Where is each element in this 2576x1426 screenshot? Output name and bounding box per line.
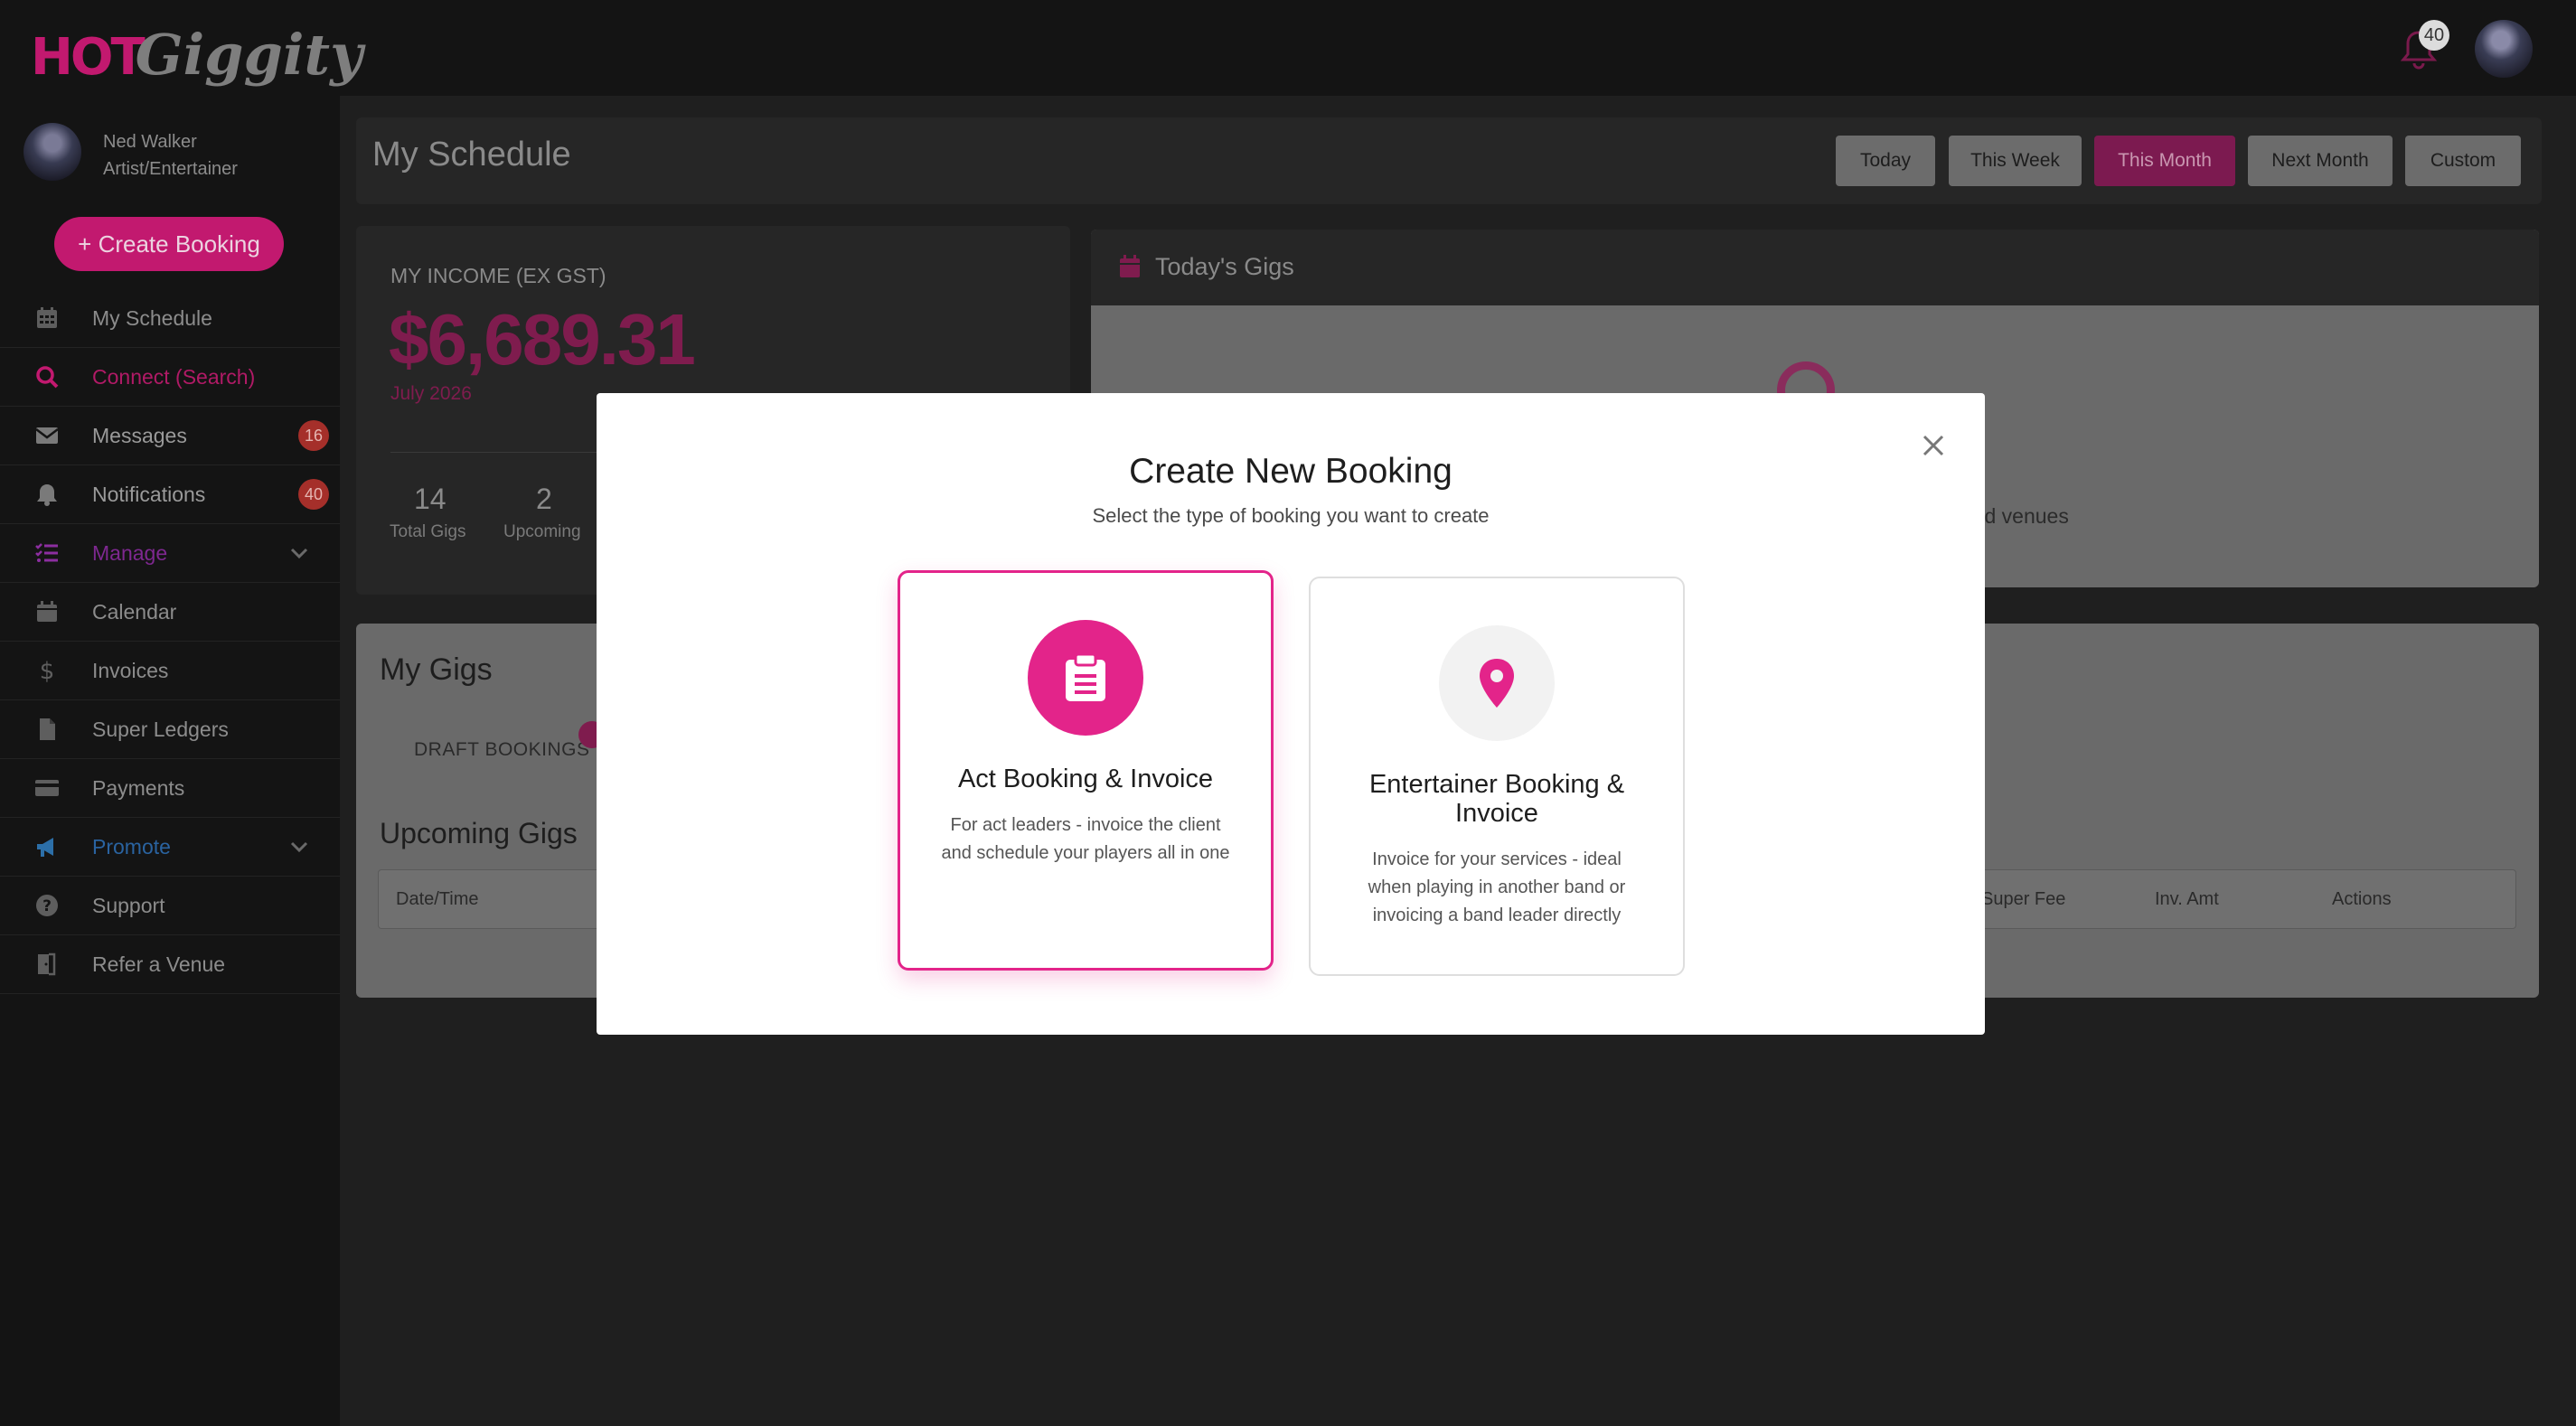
sidebar-item-my-schedule[interactable]: My Schedule [0, 289, 340, 348]
option-title: Act Booking & Invoice [957, 765, 1214, 793]
user-avatar[interactable] [24, 123, 81, 181]
sidebar-item-payments[interactable]: Payments [0, 759, 340, 818]
range-custom-button[interactable]: Custom [2405, 136, 2521, 186]
column-super-fee[interactable]: Super Fee [1981, 889, 2065, 910]
svg-text:?: ? [42, 897, 52, 915]
range-today-button[interactable]: Today [1836, 136, 1935, 186]
sidebar-item-label: Manage [92, 540, 168, 565]
sidebar-nav: My Schedule Connect (Search) Messages 16… [0, 289, 340, 994]
sidebar-item-label: Super Ledgers [92, 717, 229, 741]
notification-count-badge: 40 [2419, 20, 2449, 51]
credit-card-icon [35, 780, 59, 796]
modal-subtitle: Select the type of booking you want to c… [1092, 504, 1490, 527]
envelope-icon [35, 427, 59, 444]
clipboard-icon [1028, 620, 1143, 736]
sidebar-item-label: Support [92, 893, 165, 917]
upcoming-count: 2 [536, 483, 552, 515]
upcoming-label: Upcoming [503, 522, 581, 541]
column-date-time[interactable]: Date/Time [396, 889, 479, 910]
megaphone-icon [37, 838, 53, 857]
user-info: Ned Walker Artist/Entertainer [103, 128, 238, 183]
sidebar-item-label: Messages [92, 423, 187, 447]
act-booking-option[interactable]: Act Booking & Invoice For act leaders - … [898, 570, 1274, 971]
notifications-count-badge: 40 [298, 479, 329, 510]
range-next-month-button[interactable]: Next Month [2248, 136, 2393, 186]
chevron-down-icon[interactable] [287, 835, 311, 858]
sidebar-item-connect-search[interactable]: Connect (Search) [0, 348, 340, 407]
calendar-grid-icon [37, 307, 57, 328]
page-title: My Schedule [372, 136, 571, 174]
sidebar-item-label: Invoices [92, 658, 169, 682]
svg-text:$: $ [40, 658, 55, 683]
upcoming-gigs-title: Upcoming Gigs [380, 817, 578, 849]
calendar-icon [37, 601, 57, 622]
top-bar [0, 0, 2576, 99]
income-divider [390, 452, 607, 453]
sidebar-item-super-ledgers[interactable]: Super Ledgers [0, 700, 340, 759]
total-gigs-count: 14 [414, 483, 447, 515]
question-circle-icon: ? [36, 895, 58, 916]
sidebar-item-label: My Schedule [92, 305, 212, 330]
sidebar-item-label: Notifications [92, 482, 206, 506]
sidebar: Ned Walker Artist/Entertainer + Create B… [0, 96, 340, 1426]
sidebar-item-messages[interactable]: Messages 16 [0, 407, 340, 465]
option-description: Invoice for your services - ideal when p… [1368, 849, 1626, 925]
search-icon [36, 366, 59, 389]
column-inv-amt[interactable]: Inv. Amt [2155, 889, 2219, 910]
chevron-down-icon[interactable] [287, 541, 311, 565]
document-icon [40, 718, 55, 740]
calendar-icon [1120, 255, 1140, 277]
sidebar-item-invoices[interactable]: $ Invoices [0, 642, 340, 700]
sidebar-item-label: Calendar [92, 599, 177, 624]
sidebar-item-promote[interactable]: Promote [0, 818, 340, 877]
messages-count-badge: 16 [298, 420, 329, 451]
sidebar-item-notifications[interactable]: Notifications 40 [0, 465, 340, 524]
map-pin-icon [1439, 625, 1555, 741]
range-this-month-button[interactable]: This Month [2094, 136, 2235, 186]
sidebar-item-calendar[interactable]: Calendar [0, 583, 340, 642]
sidebar-item-label: Payments [92, 775, 185, 800]
todays-gigs-header [1091, 230, 2539, 305]
option-title: Entertainer Booking & Invoice [1368, 770, 1625, 829]
tab-draft-bookings[interactable]: DRAFT BOOKINGS [414, 739, 589, 761]
checklist-icon [35, 543, 58, 562]
avatar[interactable] [2475, 20, 2533, 78]
total-gigs-label: Total Gigs [390, 522, 466, 541]
sidebar-item-refer-a-venue[interactable]: Refer a Venue [0, 935, 340, 994]
income-label: MY INCOME (EX GST) [390, 264, 606, 287]
income-amount: $6,689.31 [389, 299, 696, 380]
bell-icon [37, 484, 57, 506]
sidebar-item-label: Connect (Search) [92, 364, 256, 389]
sidebar-item-support[interactable]: ? Support [0, 877, 340, 935]
dollar-icon: $ [40, 658, 55, 683]
modal-title: Create New Booking [1129, 452, 1453, 491]
my-gigs-title: My Gigs [380, 652, 493, 687]
range-this-week-button[interactable]: This Week [1949, 136, 2082, 186]
door-icon [38, 952, 56, 976]
sidebar-item-label: Promote [92, 834, 171, 858]
sidebar-item-label: Refer a Venue [92, 952, 226, 976]
entertainer-booking-option[interactable]: Entertainer Booking & Invoice Invoice fo… [1309, 577, 1685, 976]
income-period: July 2026 [390, 383, 472, 404]
todays-gigs-title: Today's Gigs [1155, 253, 1294, 280]
sidebar-item-manage[interactable]: Manage [0, 524, 340, 583]
user-role: Artist/Entertainer [103, 159, 238, 179]
column-actions: Actions [2332, 889, 2392, 909]
option-description: For act leaders - invoice the client and… [941, 815, 1230, 863]
user-name: Ned Walker [103, 132, 197, 152]
create-booking-button[interactable]: + Create Booking [54, 217, 284, 271]
app-logo[interactable]: HOT Giggity [31, 11, 362, 83]
